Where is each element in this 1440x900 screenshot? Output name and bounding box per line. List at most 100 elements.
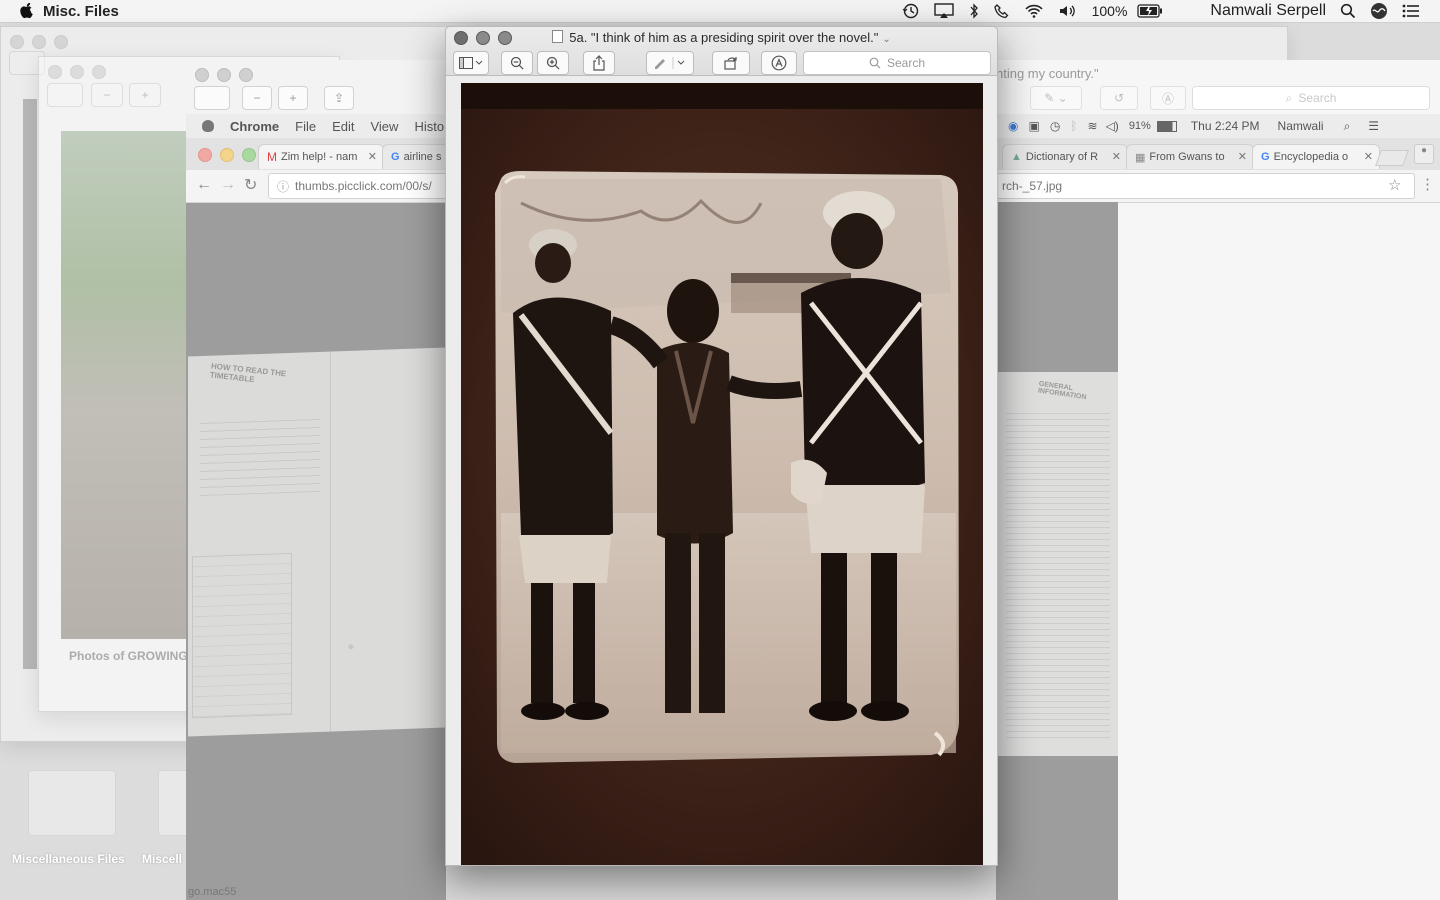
info-document-page: GENERAL INFORMATION xyxy=(996,372,1118,756)
forward-icon[interactable]: → xyxy=(220,176,236,194)
zoom-out-button[interactable]: − xyxy=(91,83,123,107)
chrome-toolbar: rch-_57.jpg ☆ ⋮ xyxy=(994,170,1440,203)
volume-icon[interactable]: ◁) xyxy=(1106,119,1119,133)
airplay-icon[interactable] xyxy=(933,3,954,19)
clock[interactable]: Thu 2:24 PM xyxy=(1191,119,1260,133)
url-text: thumbs.picclick.com/00/s/ xyxy=(295,179,432,193)
tab-label: airline s xyxy=(403,151,442,163)
menu-chrome[interactable]: Chrome xyxy=(230,119,279,134)
markup-pen-button[interactable] xyxy=(646,51,694,75)
volume-icon[interactable] xyxy=(1058,3,1078,19)
folder-label[interactable]: Miscell xyxy=(142,852,182,866)
markup-toolbar-button[interactable] xyxy=(761,51,797,75)
bluetooth-icon[interactable]: ᛒ xyxy=(1070,119,1077,133)
preview-titlebar: 5a. "I think of him as a presiding spiri… xyxy=(446,27,997,76)
bookmark-star-icon[interactable]: ☆ xyxy=(1388,176,1401,194)
route-map xyxy=(318,578,428,692)
battery-icon[interactable] xyxy=(1156,120,1177,132)
gmail-icon: M xyxy=(267,150,277,164)
zoom-in-button[interactable]: + xyxy=(278,86,308,110)
spotlight-icon[interactable] xyxy=(1340,3,1356,19)
zoom-in-button[interactable]: + xyxy=(129,83,161,107)
zoom-out-button[interactable]: − xyxy=(242,86,272,110)
sync-icon[interactable]: ◉ xyxy=(1008,119,1018,133)
battery-percent[interactable]: 100% xyxy=(1092,3,1128,19)
address-bar[interactable]: rch-_57.jpg xyxy=(994,173,1415,199)
active-app-name[interactable]: Misc. Files xyxy=(43,3,119,20)
tab-dictionary[interactable]: ▲ Dictionary of R ✕ xyxy=(1002,144,1128,169)
profile-icon[interactable]: ● xyxy=(1414,144,1434,164)
zoom-out-button[interactable] xyxy=(501,51,533,75)
chrome-menu-icon[interactable]: ⋮ xyxy=(1420,175,1435,193)
close-tab-icon[interactable]: ✕ xyxy=(1112,150,1121,163)
url-text: rch-_57.jpg xyxy=(1002,179,1063,193)
time-machine-icon[interactable]: ◷ xyxy=(1050,119,1060,133)
bluetooth-icon[interactable] xyxy=(968,3,980,19)
notification-center-icon[interactable]: ☰ xyxy=(1368,119,1379,133)
apple-menu-icon[interactable] xyxy=(202,120,214,132)
markup-icon xyxy=(771,55,787,71)
search-placeholder: Search xyxy=(886,56,926,70)
tab-gwans[interactable]: ▦ From Gwans to ✕ xyxy=(1126,144,1254,169)
preview-window-right[interactable]: nting my country." ✎ ⌄ ↺ Ⓐ ⌕ Search ◉ ▣ … xyxy=(994,60,1440,900)
siri-icon[interactable] xyxy=(1370,2,1388,20)
chevron-down-icon[interactable]: ⌄ xyxy=(882,34,890,45)
user-name[interactable]: Namwali xyxy=(1278,119,1324,133)
zoom-in-button[interactable] xyxy=(537,51,569,75)
chrome-tabstrip: M Zim help! - nam ✕ G airline s xyxy=(186,138,456,170)
spotlight-icon[interactable]: ⌕ xyxy=(1344,119,1351,134)
window-controls[interactable] xyxy=(10,35,68,49)
window-title-fragment: nting my country." xyxy=(996,66,1099,81)
wifi-icon[interactable] xyxy=(1024,3,1044,19)
apple-menu-icon[interactable] xyxy=(20,3,34,19)
time-machine-icon[interactable] xyxy=(902,3,920,19)
markup-button[interactable]: Ⓐ xyxy=(1150,86,1186,110)
folder-icon[interactable] xyxy=(28,770,116,836)
rotate-button[interactable]: ↺ xyxy=(1100,86,1138,110)
preview-window-front[interactable]: 5a. "I think of him as a presiding spiri… xyxy=(445,26,998,866)
battery-icon[interactable] xyxy=(1137,4,1163,18)
menu-view[interactable]: View xyxy=(370,119,398,134)
back-icon[interactable]: ← xyxy=(196,176,212,194)
search-field[interactable]: Search xyxy=(803,51,991,75)
site-icon: ▦ xyxy=(1135,151,1146,164)
rotate-button[interactable] xyxy=(712,51,750,75)
timetable-heading: HOW TO READ THE TIMETABLE xyxy=(209,361,287,385)
document-image[interactable] xyxy=(461,83,983,865)
tab-encyclopedia[interactable]: G Encyclopedia o ✕ xyxy=(1252,144,1380,169)
close-tab-icon[interactable]: ✕ xyxy=(1238,150,1247,163)
menu-history[interactable]: Histo xyxy=(414,119,444,134)
finder-sidebar-strip xyxy=(23,99,37,669)
user-name[interactable]: Namwali Serpell xyxy=(1210,2,1326,20)
notification-center-icon[interactable] xyxy=(1402,4,1420,18)
window-controls[interactable] xyxy=(48,65,106,79)
phone-icon[interactable] xyxy=(993,3,1010,19)
close-tab-icon[interactable]: ✕ xyxy=(368,150,377,163)
sidebar-toggle-button[interactable] xyxy=(194,86,230,110)
bookmark-icon[interactable]: ▣ xyxy=(1028,119,1039,133)
window-title[interactable]: 5a. "I think of him as a presiding spiri… xyxy=(569,30,878,45)
new-tab-button[interactable] xyxy=(1375,150,1409,166)
window-controls[interactable] xyxy=(195,68,253,82)
landscape-photo xyxy=(61,131,191,639)
close-tab-icon[interactable]: ✕ xyxy=(1364,150,1373,163)
inner-menu-bar: ◉ ▣ ◷ ᛒ ≋ ◁) 91% Thu 2:24 PM Namwali ⌕ ☰ xyxy=(996,114,1440,139)
sidebar-toggle-button[interactable] xyxy=(453,51,489,75)
search-field[interactable]: ⌕ Search xyxy=(1192,86,1430,110)
site-icon: ▲ xyxy=(1011,151,1022,163)
window-controls[interactable] xyxy=(198,148,256,162)
folder-label[interactable]: Miscellaneous Files xyxy=(12,852,125,866)
chrome-window-left[interactable]: − + ⇪ Chrome File Edit View Histo M Zim … xyxy=(186,60,456,900)
share-button[interactable] xyxy=(583,51,615,75)
tab-gmail[interactable]: M Zim help! - nam ✕ xyxy=(258,144,384,169)
wifi-icon[interactable]: ≋ xyxy=(1088,119,1098,133)
battery-percent[interactable]: 91% xyxy=(1129,120,1151,132)
sidebar-toggle-button[interactable] xyxy=(47,83,83,107)
chrome-tabstrip: ▲ Dictionary of R ✕ ▦ From Gwans to ✕ G … xyxy=(996,138,1440,170)
reload-icon[interactable]: ↻ xyxy=(244,175,257,195)
address-bar[interactable]: ⓘ thumbs.picclick.com/00/s/ xyxy=(268,173,456,199)
menu-edit[interactable]: Edit xyxy=(332,119,354,134)
menu-file[interactable]: File xyxy=(295,119,316,134)
markup-pen-button[interactable]: ✎ ⌄ xyxy=(1030,86,1082,110)
share-button[interactable]: ⇪ xyxy=(324,86,354,110)
